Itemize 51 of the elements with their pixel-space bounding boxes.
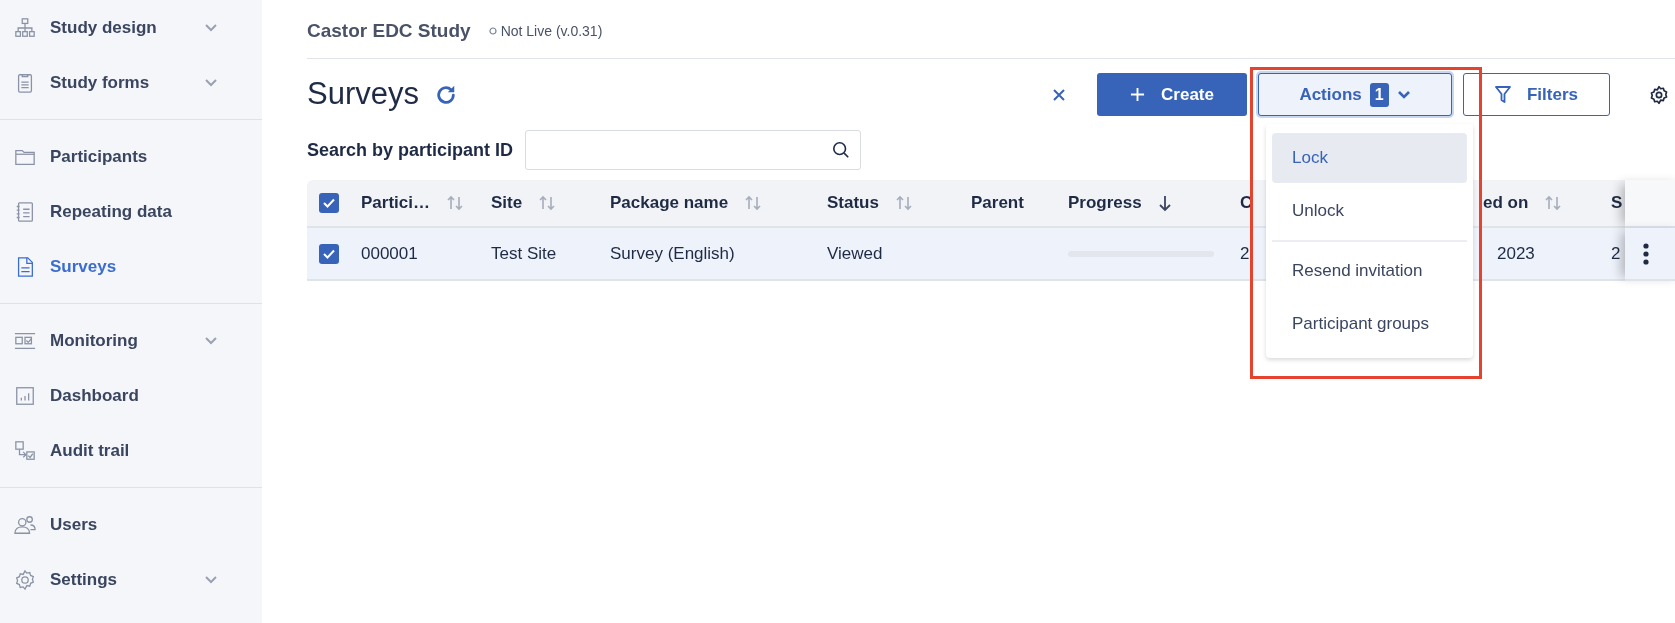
settings-icon [14, 568, 36, 591]
plus-icon [1130, 87, 1146, 102]
menu-item[interactable]: Resend invitation [1272, 246, 1467, 296]
actions-button[interactable]: Actions 1 [1258, 73, 1452, 116]
sidebar-item[interactable]: Surveys [0, 239, 262, 294]
sidebar-item[interactable]: Settings [0, 552, 262, 607]
search-icon [832, 141, 851, 159]
column-header[interactable]: ed on [1483, 190, 1529, 216]
close-icon [1052, 88, 1066, 103]
sitemap-icon [14, 16, 36, 39]
status-dot-icon [488, 27, 497, 35]
sidebar-item[interactable]: Study forms [0, 55, 262, 110]
checkbox[interactable] [319, 193, 339, 214]
table-cell: Viewed [827, 243, 883, 263]
count-badge: 1 [1369, 82, 1389, 107]
table-cell: Test Site [491, 243, 557, 263]
table-cell: 2023 [1497, 243, 1535, 263]
check-icon [323, 198, 335, 209]
column-header[interactable]: Site [491, 190, 523, 216]
sidebar-item[interactable]: Users [0, 497, 262, 552]
study-title: Castor EDC Study [307, 18, 471, 43]
menu-item[interactable]: Unlock [1272, 186, 1467, 236]
users-icon [14, 513, 36, 536]
sidebar-item[interactable]: Audit trail [0, 423, 262, 478]
menu-item[interactable]: Participant groups [1272, 299, 1467, 349]
filter-icon [1495, 85, 1511, 104]
page-title: Surveys [307, 75, 419, 114]
notebook-icon [14, 200, 36, 223]
filters-button[interactable]: Filters [1463, 73, 1610, 116]
sidebar-item[interactable]: Study design [0, 0, 262, 55]
table-cell: 000001 [361, 243, 418, 263]
sidebar-item[interactable]: Participants [0, 129, 262, 184]
refresh-icon[interactable] [435, 83, 457, 106]
checkbox[interactable] [319, 243, 339, 264]
more-options-icon[interactable] [1643, 243, 1649, 266]
sort-descending-icon[interactable] [1157, 194, 1172, 212]
table-cell: 2 [1240, 243, 1250, 263]
sidebar-item[interactable]: Repeating data [0, 184, 262, 239]
menu-item[interactable]: Lock [1272, 133, 1467, 183]
study-status: Not Live (v.0.31) [500, 21, 603, 41]
audit-icon [14, 439, 36, 462]
table-cell: Survey (English) [610, 243, 735, 263]
column-header[interactable]: Status [827, 190, 879, 216]
create-button[interactable]: Create [1097, 73, 1247, 116]
sidebar-item[interactable]: Monitoring [0, 313, 262, 368]
search-field[interactable] [525, 130, 862, 170]
check-icon [323, 248, 335, 259]
sidebar-item[interactable]: Dashboard [0, 368, 262, 423]
search-label: Search by participant ID [307, 138, 514, 162]
bar-chart-icon [14, 384, 36, 407]
table-cell: 2 [1611, 243, 1621, 263]
